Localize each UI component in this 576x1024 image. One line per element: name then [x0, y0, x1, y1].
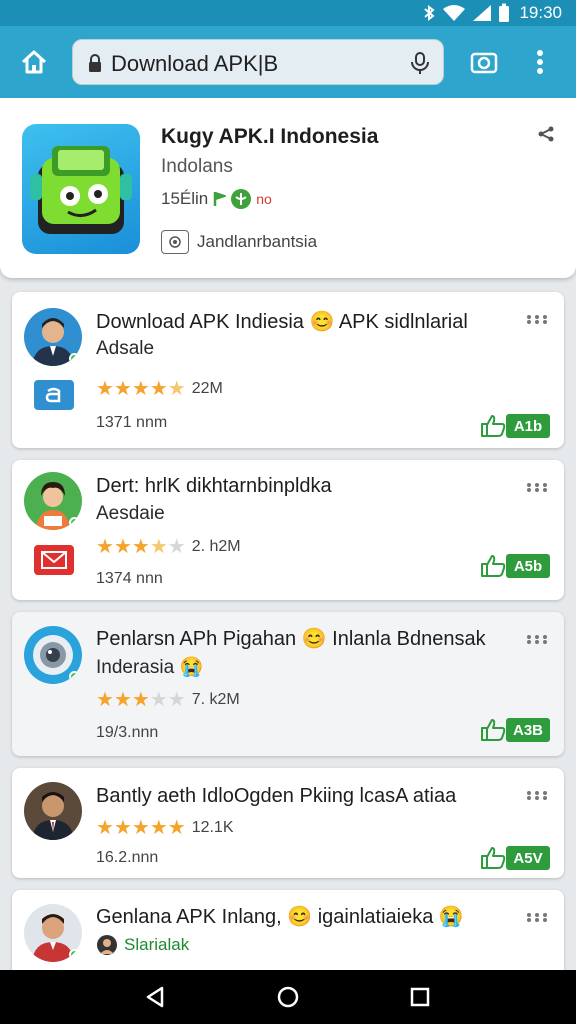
- item-subtitle: Adsale: [96, 338, 155, 359]
- more-options-icon[interactable]: [526, 314, 548, 324]
- list-item[interactable]: Download APK Indiesia 😊 APK sidlnlarial …: [12, 292, 564, 448]
- robot-app-icon: [30, 146, 132, 234]
- thumbs-up-icon[interactable]: [480, 414, 506, 438]
- more-options-icon[interactable]: [526, 912, 548, 922]
- battery-icon: [499, 3, 509, 22]
- item-title: Download APK Indiesia 😊 APK sidlnlarial: [96, 311, 468, 333]
- list-item[interactable]: Penlarsn APh Pigahan 😊 Inlanla Bdnensak …: [12, 612, 564, 756]
- app-developer[interactable]: Jandlanrbantsia: [161, 230, 317, 254]
- list-item[interactable]: Dert: hrlK dikhtarnbinpldka Aesdaie ★ ★ ★ ★…: [12, 460, 564, 600]
- rating: ★ ★ ★ ★ ★ 22M: [96, 378, 223, 400]
- developer-avatar-icon: [97, 935, 117, 955]
- menu-icon: [537, 50, 543, 74]
- developer-name: Slarialak: [124, 935, 190, 954]
- back-icon[interactable]: [142, 983, 170, 1011]
- item-tag: A5b: [506, 554, 550, 578]
- leaf-icon: [231, 189, 252, 209]
- status-bar: 19:30: [0, 0, 576, 26]
- list-item[interactable]: Genlana APK Inlang, 😊 igainlatiaieka 😭 S…: [12, 890, 564, 980]
- app-title: Kugy APK.I Indonesia: [161, 125, 379, 148]
- status-time: 19:30: [519, 3, 562, 22]
- more-options-icon[interactable]: [526, 634, 548, 644]
- app-badge: [34, 545, 74, 575]
- thumbs-up-icon[interactable]: [480, 554, 506, 578]
- item-info: 16.2.nnn: [96, 849, 159, 866]
- list-item[interactable]: Bantly aeth IdloOgden Pkiing lcasA atiaa…: [12, 768, 564, 878]
- more-options-icon[interactable]: [526, 482, 548, 492]
- more-options-icon[interactable]: [526, 790, 548, 800]
- badge-icon: [45, 387, 61, 403]
- bluetooth-icon: [424, 5, 435, 21]
- thumbs-up-icon[interactable]: [480, 718, 506, 742]
- wifi-icon: [443, 5, 465, 21]
- mic-icon[interactable]: [409, 51, 431, 75]
- rating: ★ ★ ★ ★ ★ 7. k2M: [96, 689, 240, 711]
- app-header-card: Kugy APK.I Indonesia Indolans 15Élin no …: [0, 98, 576, 278]
- share-icon[interactable]: [538, 126, 554, 142]
- avatar: [24, 782, 82, 840]
- avatar: [24, 308, 82, 366]
- thumbs-up-icon[interactable]: [480, 846, 506, 870]
- developer-label: Slarialak: [96, 934, 189, 956]
- item-subtitle: Aesdaie: [96, 503, 165, 524]
- rating-count: 2. h2M: [191, 538, 241, 555]
- navigation-bar: [0, 970, 576, 1024]
- lock-icon: [89, 54, 101, 72]
- item-subtitle: Inderasia 😭: [96, 657, 204, 678]
- browser-toolbar: Download APK|B: [0, 26, 576, 98]
- item-info: 1371 nnm: [96, 414, 168, 431]
- rating-count: 12.1K: [191, 819, 234, 836]
- url-text: Download APK|B: [111, 51, 279, 76]
- rating: ★ ★ ★ ★ ★ 2. h2M: [96, 536, 241, 558]
- rating: ★ ★ ★ ★ ★ 12.1K: [96, 817, 234, 839]
- recents-icon[interactable]: [406, 983, 434, 1011]
- flag-icon: [214, 191, 227, 206]
- avatar: [24, 472, 82, 530]
- avatar: [24, 904, 82, 962]
- item-info: 19/3.nnn: [96, 724, 159, 741]
- signal-icon: [473, 5, 491, 21]
- developer-icon: [161, 230, 189, 254]
- item-info: 1374 nnn: [96, 570, 163, 587]
- mail-icon: [41, 551, 67, 569]
- home-icon: [21, 50, 47, 74]
- rating-count: 22M: [191, 380, 223, 397]
- home-button[interactable]: [16, 44, 52, 80]
- app-stats-extra: no: [256, 191, 272, 207]
- camera-icon: [470, 52, 498, 74]
- camera-button[interactable]: [466, 44, 502, 80]
- item-tag: A3B: [506, 718, 550, 742]
- item-title: Penlarsn APh Pigahan 😊 Inlanla Bdnensak: [96, 628, 486, 650]
- app-subtitle: Indolans: [161, 156, 233, 177]
- status-icons: [422, 3, 510, 23]
- app-stats: 15Élin no: [161, 188, 272, 210]
- url-bar[interactable]: Download APK|B: [72, 39, 444, 85]
- developer-name: Jandlanrbantsia: [197, 232, 318, 251]
- app-badge: [34, 380, 74, 410]
- app-icon[interactable]: [22, 124, 140, 254]
- item-title: Bantly aeth IdloOgden Pkiing lcasA atiaa: [96, 785, 457, 807]
- home-nav-icon[interactable]: [274, 983, 302, 1011]
- item-tag: A1b: [506, 414, 550, 438]
- menu-button[interactable]: [522, 44, 558, 80]
- rating-count: 7. k2M: [191, 691, 240, 708]
- item-title: Dert: hrlK dikhtarnbinpldka: [96, 475, 332, 497]
- app-stats-text: 15Élin: [161, 189, 209, 208]
- item-tag: A5V: [506, 846, 550, 870]
- avatar: [24, 626, 82, 684]
- item-title: Genlana APK Inlang, 😊 igainlatiaieka 😭: [96, 906, 464, 928]
